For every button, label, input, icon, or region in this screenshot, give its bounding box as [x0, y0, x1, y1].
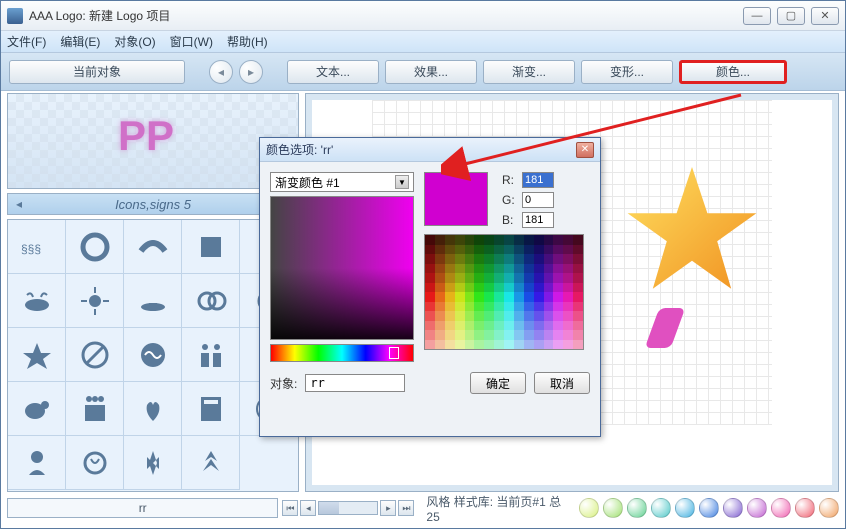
- transform-button[interactable]: 变形...: [581, 60, 673, 84]
- preview-text: PP: [118, 112, 174, 160]
- palette-dot[interactable]: [603, 498, 623, 518]
- titlebar: AAA Logo: 新建 Logo 项目 ― ▢ ✕: [1, 1, 845, 31]
- palette-dot[interactable]: [795, 498, 815, 518]
- scroll-last-button[interactable]: ⏭: [398, 500, 414, 516]
- icon-item[interactable]: [8, 274, 66, 328]
- icon-item[interactable]: [124, 274, 182, 328]
- app-icon: [7, 8, 23, 24]
- icon-item[interactable]: [66, 274, 124, 328]
- color-field[interactable]: [270, 196, 414, 340]
- icon-item[interactable]: [182, 436, 240, 490]
- icon-item[interactable]: [182, 328, 240, 382]
- maximize-button[interactable]: ▢: [777, 7, 805, 25]
- dialog-close-button[interactable]: ✕: [576, 142, 594, 158]
- icon-item[interactable]: [8, 436, 66, 490]
- star-object[interactable]: [622, 160, 762, 300]
- icon-item[interactable]: [124, 220, 182, 274]
- icon-item[interactable]: [8, 328, 66, 382]
- dialog-titlebar[interactable]: 颜色选项: 'rr' ✕: [260, 138, 600, 162]
- r-label: R:: [502, 173, 518, 187]
- g-input[interactable]: [522, 192, 554, 208]
- gradient-stop-combo[interactable]: 渐变颜色 #1 ▼: [270, 172, 414, 192]
- menu-window[interactable]: 窗口(W): [170, 33, 213, 50]
- library-title: Icons,signs 5: [30, 197, 276, 212]
- icon-item[interactable]: [66, 220, 124, 274]
- color-dialog: 颜色选项: 'rr' ✕ 渐变颜色 #1 ▼ R:: [259, 137, 601, 437]
- status-object-name: rr: [7, 498, 278, 518]
- icon-item[interactable]: [182, 274, 240, 328]
- b-input[interactable]: [522, 212, 554, 228]
- cancel-button[interactable]: 取消: [534, 372, 590, 394]
- color-preview-swatch: [424, 172, 488, 226]
- icon-item[interactable]: [124, 328, 182, 382]
- icon-item[interactable]: [66, 436, 124, 490]
- icon-item[interactable]: [66, 382, 124, 436]
- chevron-down-icon: ▼: [395, 175, 409, 189]
- palette-dot[interactable]: [675, 498, 695, 518]
- icon-item[interactable]: [182, 382, 240, 436]
- palette-dot[interactable]: [747, 498, 767, 518]
- object-name-input[interactable]: [305, 374, 405, 392]
- current-object-button[interactable]: 当前对象: [9, 60, 185, 84]
- style-scroll: ⏮ ◂ ▸ ⏭: [282, 500, 414, 516]
- icon-item[interactable]: §§§: [8, 220, 66, 274]
- prev-button[interactable]: ◂: [209, 60, 233, 84]
- scroll-first-button[interactable]: ⏮: [282, 500, 298, 516]
- scroll-track[interactable]: [318, 501, 378, 515]
- svg-text:§§§: §§§: [21, 242, 41, 256]
- color-swatches[interactable]: [424, 234, 584, 350]
- icon-item[interactable]: [66, 328, 124, 382]
- minimize-button[interactable]: ―: [743, 7, 771, 25]
- menu-object[interactable]: 对象(O): [114, 33, 155, 50]
- window-title: AAA Logo: 新建 Logo 项目: [29, 7, 743, 24]
- dialog-title: 颜色选项: 'rr': [266, 141, 576, 158]
- palette-dot[interactable]: [771, 498, 791, 518]
- object-label: 对象:: [270, 375, 297, 392]
- b-label: B:: [502, 213, 518, 227]
- app-window: AAA Logo: 新建 Logo 项目 ― ▢ ✕ 文件(F) 编辑(E) 对…: [0, 0, 846, 529]
- close-button[interactable]: ✕: [811, 7, 839, 25]
- color-palette-row: [579, 498, 839, 518]
- object-preview: PP: [7, 93, 299, 189]
- statusbar: rr ⏮ ◂ ▸ ⏭ 风格 样式库: 当前页#1 总 25: [7, 494, 839, 522]
- lib-prev-icon[interactable]: ◂: [8, 197, 30, 211]
- status-style-text: 风格 样式库: 当前页#1 总 25: [426, 493, 567, 524]
- palette-dot[interactable]: [579, 498, 599, 518]
- color-button[interactable]: 颜色...: [679, 60, 787, 84]
- left-panel: PP ◂ Icons,signs 5 ▸ §§§: [7, 93, 299, 492]
- toolbar: 当前对象 ◂ ▸ 文本... 效果... 渐变... 变形... 颜色...: [1, 53, 845, 91]
- palette-dot[interactable]: [627, 498, 647, 518]
- text-button[interactable]: 文本...: [287, 60, 379, 84]
- g-label: G:: [502, 193, 518, 207]
- combo-value: 渐变颜色 #1: [275, 174, 395, 191]
- icon-item[interactable]: [8, 382, 66, 436]
- scroll-next-button[interactable]: ▸: [380, 500, 396, 516]
- palette-dot[interactable]: [819, 498, 839, 518]
- icon-item[interactable]: [124, 382, 182, 436]
- scroll-prev-button[interactable]: ◂: [300, 500, 316, 516]
- icon-item[interactable]: [124, 436, 182, 490]
- palette-dot[interactable]: [651, 498, 671, 518]
- gradient-button[interactable]: 渐变...: [483, 60, 575, 84]
- menu-edit[interactable]: 编辑(E): [60, 33, 100, 50]
- effect-button[interactable]: 效果...: [385, 60, 477, 84]
- ok-button[interactable]: 确定: [470, 372, 526, 394]
- palette-dot[interactable]: [723, 498, 743, 518]
- library-header: ◂ Icons,signs 5 ▸: [7, 193, 299, 215]
- palette-dot[interactable]: [699, 498, 719, 518]
- r-input[interactable]: [522, 172, 554, 188]
- menu-file[interactable]: 文件(F): [7, 33, 46, 50]
- icon-item[interactable]: [182, 220, 240, 274]
- hue-slider[interactable]: [270, 344, 414, 362]
- next-button[interactable]: ▸: [239, 60, 263, 84]
- menu-help[interactable]: 帮助(H): [227, 33, 268, 50]
- icon-library-grid[interactable]: §§§: [7, 219, 299, 492]
- menubar: 文件(F) 编辑(E) 对象(O) 窗口(W) 帮助(H): [1, 31, 845, 53]
